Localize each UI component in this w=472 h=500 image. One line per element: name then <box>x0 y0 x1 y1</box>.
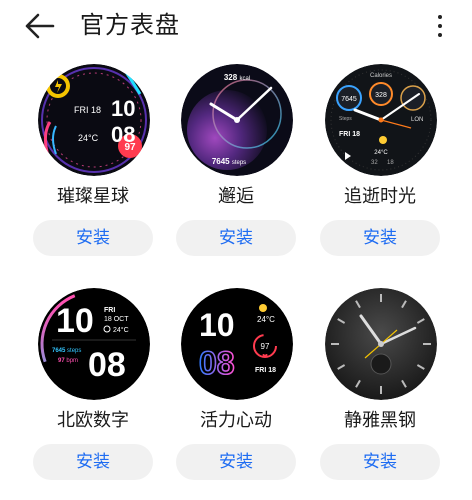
watch-face-preview-vibrant-heart[interactable]: 10 08 24°C 97 FRI 18 <box>181 288 293 400</box>
watch-face-name: 活力心动 <box>200 410 272 431</box>
watch-face-name: 静雅黑钢 <box>344 410 416 431</box>
date-label: 18 OCT <box>104 316 129 323</box>
steps-label: Steps <box>339 116 352 122</box>
svg-text:7645 steps: 7645 steps <box>52 348 81 354</box>
hour-value: 10 <box>199 307 235 343</box>
weather-value: 24°C <box>78 133 99 143</box>
watch-face-card: 10 08 24°C 97 FRI 18 活力心动 安装 <box>162 288 310 488</box>
watch-face-name: 邂逅 <box>218 186 254 207</box>
hour-value: 10 <box>56 302 94 340</box>
page-title: 官方表盘 <box>80 11 180 39</box>
bpm-unit: bpm <box>66 358 78 364</box>
temperature-value: 24°C <box>113 326 129 334</box>
day-label: FRI 18 <box>74 105 101 115</box>
temperature-value: 24°C <box>257 315 275 324</box>
watch-face-card: Calories 7645 328 Steps LON FRI 18 24°C … <box>306 64 454 264</box>
install-button[interactable]: 安装 <box>176 444 296 480</box>
calories-unit: kcal <box>239 76 250 82</box>
watch-face-name: 北欧数字 <box>57 410 129 431</box>
watch-face-preview-black-steel[interactable] <box>325 288 437 400</box>
steps-value: 7645 <box>341 96 357 103</box>
app-header: 官方表盘 <box>0 0 472 52</box>
weekday-label: FRI <box>104 307 115 314</box>
more-vertical-icon <box>438 15 442 19</box>
watch-face-preview-nordic-digits[interactable]: 10 FRI 18 OCT 24°C 7645 steps 97 bpm 08 <box>38 288 150 400</box>
heart-rate-value: 97 <box>261 342 270 351</box>
install-button[interactable]: 安装 <box>33 444 153 480</box>
minute-value: 08 <box>88 346 126 384</box>
steps-value: 7645 <box>52 348 66 354</box>
more-options-button[interactable] <box>426 6 454 46</box>
install-button[interactable]: 安装 <box>176 220 296 256</box>
minute-value: 08 <box>111 122 135 147</box>
watch-face-name: 追逝时光 <box>344 186 416 207</box>
calories-value: 328 <box>224 73 238 82</box>
watch-face-card: 10 FRI 18 OCT 24°C 7645 steps 97 bpm 08 … <box>19 288 167 488</box>
steps-unit: steps <box>67 348 81 354</box>
temperature-value: 24°C <box>374 150 388 156</box>
calories-value: 328 <box>375 92 387 99</box>
watch-face-card: 97 FRI 18 10 24°C 08 璀璨星球 安装 <box>19 64 167 264</box>
back-button[interactable] <box>18 6 62 46</box>
low-temp: 32 <box>371 160 378 166</box>
city-label: LON <box>411 117 423 123</box>
hour-value: 10 <box>111 96 135 121</box>
minute-value: 08 <box>199 345 235 381</box>
svg-text:97 bpm: 97 bpm <box>58 358 78 364</box>
arrow-left-icon <box>25 13 55 39</box>
install-button[interactable]: 安装 <box>33 220 153 256</box>
bpm-value: 97 <box>58 358 65 364</box>
steps-value: 7645 <box>212 157 230 166</box>
watch-face-preview-chasing-time[interactable]: Calories 7645 328 Steps LON FRI 18 24°C … <box>325 64 437 176</box>
calories-label: Calories <box>370 73 392 79</box>
watch-face-name: 璀璨星球 <box>57 186 129 207</box>
watch-face-preview-encounter[interactable]: 328 kcal 7645 steps <box>181 64 293 176</box>
watch-face-card: 静雅黑钢 安装 <box>306 288 454 488</box>
day-label: FRI 18 <box>255 367 276 374</box>
steps-unit: steps <box>232 160 246 166</box>
day-label: FRI 18 <box>339 131 360 138</box>
install-button[interactable]: 安装 <box>320 220 440 256</box>
install-button[interactable]: 安装 <box>320 444 440 480</box>
high-temp: 18 <box>387 160 394 166</box>
watch-face-preview-starry-planet[interactable]: 97 FRI 18 10 24°C 08 <box>38 64 150 176</box>
watch-face-card: 328 kcal 7645 steps 邂逅 安装 <box>162 64 310 264</box>
